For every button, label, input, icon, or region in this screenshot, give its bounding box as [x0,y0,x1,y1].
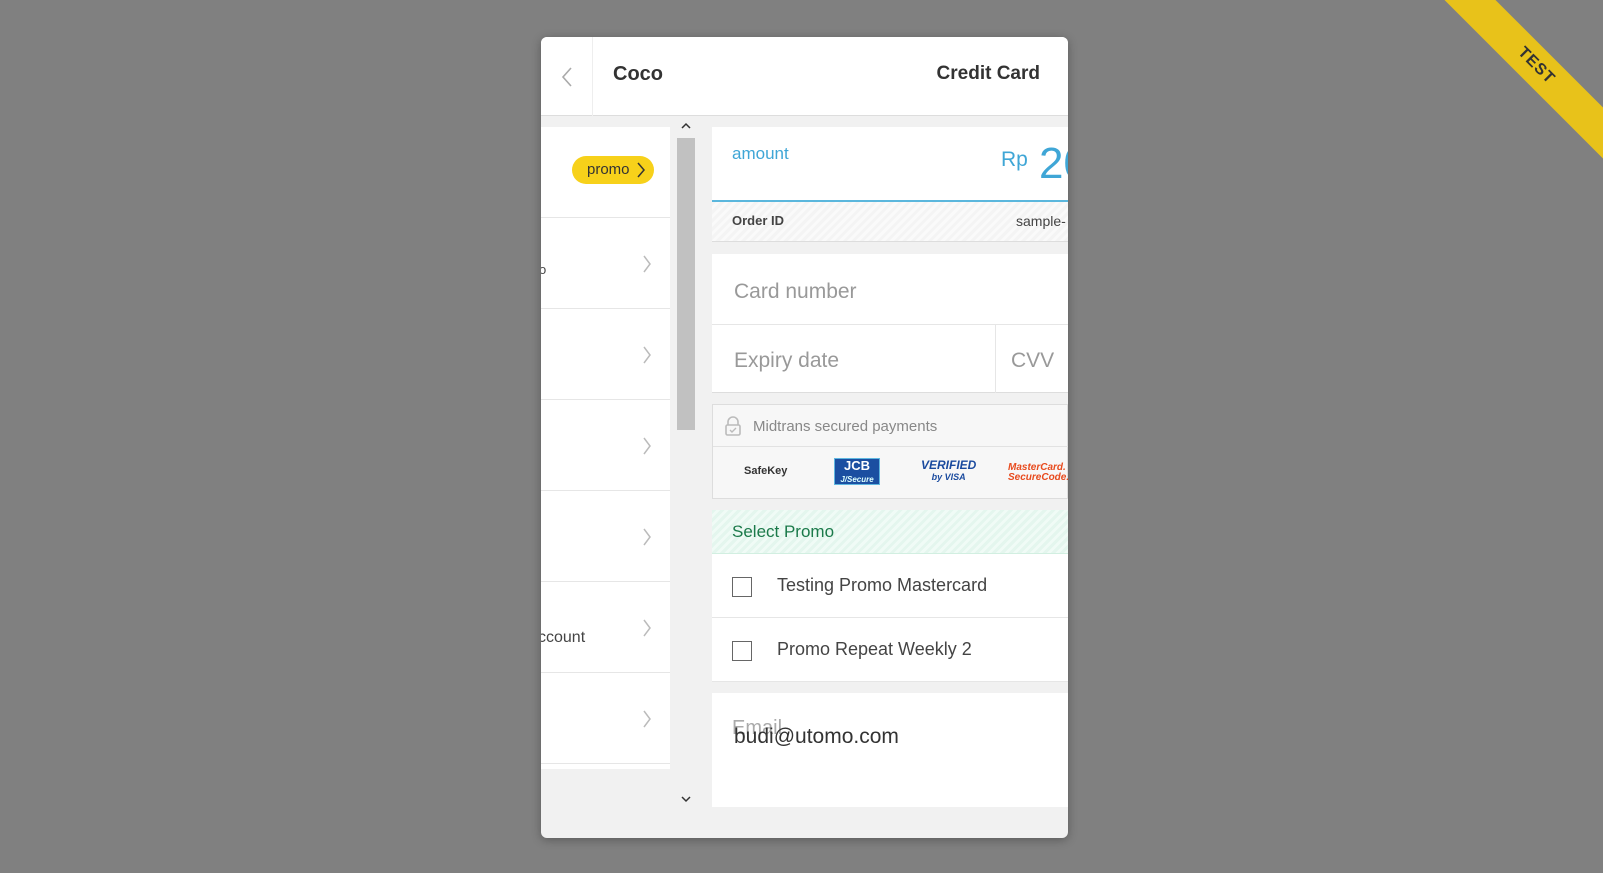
promo-checkbox[interactable] [732,577,752,597]
promo-option[interactable]: Promo Repeat Weekly 2 [712,618,1068,682]
payment-method-item[interactable] [541,309,670,400]
secure-payments-box: Midtrans secured payments SafeKey JCB J/… [712,404,1068,499]
scroll-up-button[interactable] [677,118,695,134]
scroll-down-button[interactable] [677,791,695,807]
payment-method-label: ccount [541,629,586,646]
payment-modal: Coco Credit Card promo o ccount amount R… [541,37,1068,838]
promo-label: promo [587,161,630,178]
safekey-logo: SafeKey [744,465,788,477]
email-input[interactable] [732,721,1062,753]
test-ribbon-label: TEST [1434,0,1603,168]
amount-currency: Rp [1001,148,1028,171]
scrollbar-thumb[interactable] [677,138,695,430]
chevron-down-icon [681,796,691,803]
order-id-row: Order ID sample- [712,202,1068,242]
promo-button[interactable]: promo [572,156,654,184]
chevron-right-icon [643,528,651,546]
scrollbar[interactable] [677,118,695,807]
chevron-right-icon [643,710,651,728]
card-details [712,254,1068,393]
jcb-logo-subtext: J/Secure [840,475,874,484]
amount-box: amount Rp 20 [712,127,1068,202]
chevron-right-icon [643,437,651,455]
chevron-right-icon [637,162,645,178]
page-title: Credit Card [936,63,1040,84]
order-id-label: Order ID [732,213,785,228]
credit-card-form: amount Rp 20 Order ID sample- Midtrans s… [712,127,1068,807]
chevron-right-icon [643,255,651,273]
payment-method-item[interactable] [541,673,670,764]
select-promo-heading: Select Promo [712,510,1068,554]
promo-checkbox[interactable] [732,641,752,661]
card-number-input[interactable] [732,272,1062,312]
promo-option-label: Testing Promo Mastercard [777,575,988,595]
payment-method-item[interactable]: ccount [541,582,670,673]
payment-method-list: promo o ccount [541,127,670,769]
mastercard-securecode-logo: MasterCard. SecureCode. [1008,463,1068,483]
jcb-logo-text: JCB [843,458,870,473]
payment-method-item[interactable]: o [541,218,670,309]
payment-method-item[interactable] [541,400,670,491]
merchant-name: Coco [613,63,663,85]
promo-option-label: Promo Repeat Weekly 2 [777,639,972,659]
cvv-input[interactable] [1009,341,1068,381]
payment-method-label: o [541,262,547,277]
visa-logo-text: VERIFIED [921,458,977,472]
divider [995,325,996,393]
amount-label: amount [732,144,789,163]
header: Coco Credit Card [541,37,1068,116]
divider [712,324,1068,325]
chevron-up-icon [681,122,691,129]
lock-icon [725,416,741,436]
secure-header: Midtrans secured payments [713,405,1068,447]
expiry-date-input[interactable] [732,341,982,381]
order-id-value: sample- [1016,213,1066,229]
payment-method-item[interactable] [541,491,670,582]
jcb-secure-logo: JCB J/Secure [834,458,880,485]
select-promo-label: Select Promo [732,522,835,541]
email-box: Email [712,693,1068,807]
promo-row: promo [541,127,670,218]
secure-payments-text: Midtrans secured payments [753,418,938,435]
verified-by-visa-logo: VERIFIED by VISA [921,459,976,483]
mc-logo-subtext: SecureCode. [1008,472,1068,483]
back-button[interactable] [541,37,593,116]
visa-logo-subtext: by VISA [931,472,966,482]
chevron-left-icon [561,66,572,87]
amount-value: 20 [1039,139,1068,188]
test-ribbon: TEST [1413,0,1603,190]
chevron-right-icon [643,346,651,364]
chevron-right-icon [643,619,651,637]
promo-option[interactable]: Testing Promo Mastercard [712,554,1068,618]
